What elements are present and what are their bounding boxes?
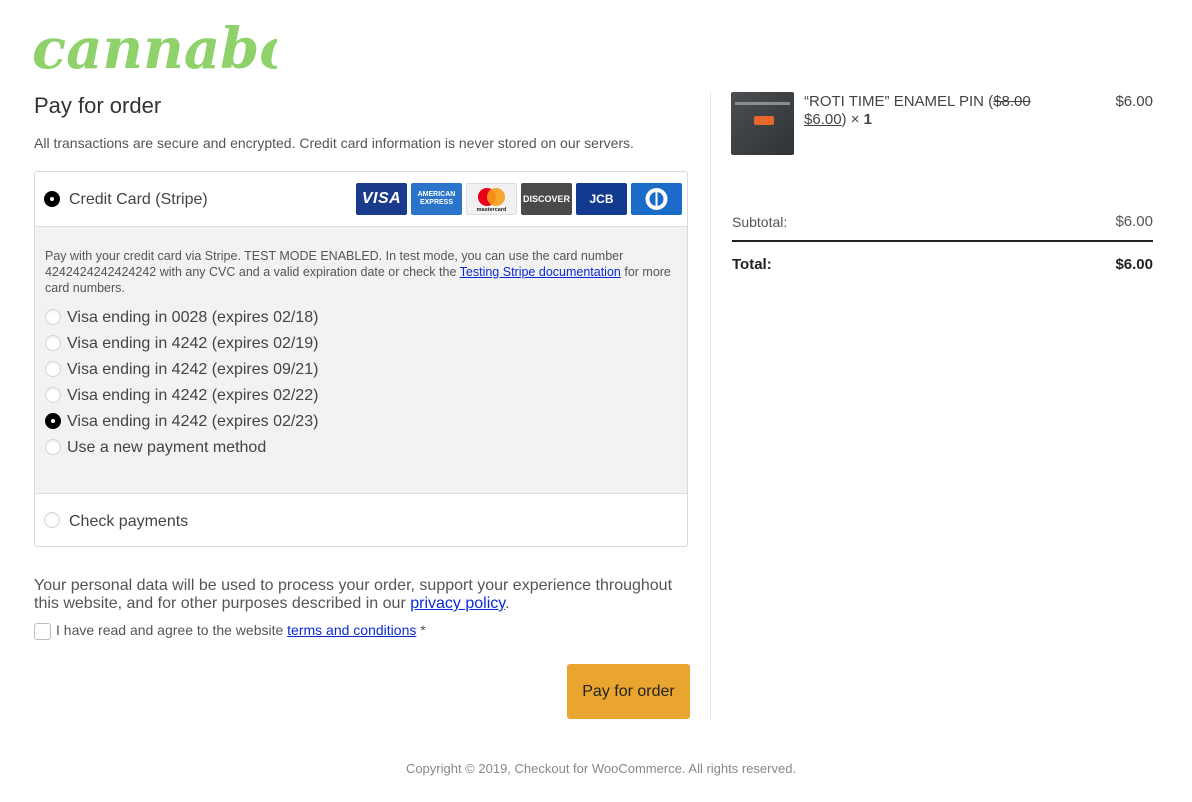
- mastercard-icon: mastercard: [466, 183, 517, 215]
- payment-methods-box: Credit Card (Stripe) VISA AMERICAN EXPRE…: [34, 171, 688, 547]
- saved-method-2[interactable]: Visa ending in 4242 (expires 09/21): [45, 360, 318, 379]
- stripe-radio[interactable]: [44, 191, 60, 207]
- svg-text:mastercard: mastercard: [477, 207, 507, 213]
- secure-note: All transactions are secure and encrypte…: [34, 135, 634, 151]
- stripe-label[interactable]: Credit Card (Stripe): [69, 191, 208, 209]
- saved-method-3[interactable]: Visa ending in 4242 (expires 02/22): [45, 386, 318, 405]
- new-method-radio[interactable]: [45, 438, 61, 455]
- stripe-panel: Pay with your credit card via Stripe. TE…: [35, 227, 687, 494]
- saved-method-1[interactable]: Visa ending in 4242 (expires 02/19): [45, 334, 318, 353]
- subtotal-label: Subtotal:: [732, 214, 788, 230]
- card-icons: VISA AMERICAN EXPRESS mastercard DISCOVE…: [356, 183, 682, 215]
- privacy-policy-link[interactable]: privacy policy: [410, 595, 505, 612]
- new-payment-method[interactable]: Use a new payment method: [45, 438, 266, 457]
- terms-link[interactable]: terms and conditions: [287, 622, 416, 638]
- jcb-icon: JCB: [576, 183, 627, 215]
- saved-method-0[interactable]: Visa ending in 0028 (expires 02/18): [45, 308, 318, 327]
- terms-row: I have read and agree to the website ter…: [34, 622, 426, 640]
- saved-method-radio[interactable]: [45, 308, 61, 325]
- stripe-description: Pay with your credit card via Stripe. TE…: [45, 249, 671, 295]
- privacy-notice: Your personal data will be used to proce…: [34, 577, 673, 612]
- visa-icon: VISA: [356, 183, 407, 215]
- item-qty: 1: [863, 111, 872, 128]
- terms-checkbox[interactable]: [34, 622, 51, 640]
- saved-method-radio[interactable]: [45, 334, 61, 351]
- total-divider: [732, 240, 1153, 242]
- order-item-name: “ROTI TIME” ENAMEL PIN ($8.00 $6.00) × 1: [804, 93, 1031, 128]
- check-payments-label[interactable]: Check payments: [69, 513, 188, 531]
- saved-method-radio[interactable]: [45, 386, 61, 403]
- order-item-price: $6.00: [1115, 93, 1153, 110]
- svg-text:Diners: Diners: [650, 209, 663, 214]
- check-payments-radio[interactable]: [44, 512, 60, 528]
- testing-stripe-link[interactable]: Testing Stripe documentation: [460, 265, 621, 279]
- logo-text: cannabox: [32, 16, 277, 79]
- total-value: $6.00: [1115, 256, 1153, 273]
- required-mark: *: [420, 622, 426, 638]
- method-check-payments[interactable]: Check payments: [35, 494, 687, 547]
- pay-for-order-button[interactable]: Pay for order: [567, 664, 690, 719]
- terms-text: I have read and agree to the website: [56, 622, 288, 638]
- product-thumbnail: [731, 92, 794, 155]
- subtotal-value: $6.00: [1115, 213, 1153, 230]
- saved-method-4[interactable]: Visa ending in 4242 (expires 02/23): [45, 412, 318, 431]
- footer-copyright: Copyright © 2019, Checkout for WooCommer…: [405, 761, 797, 776]
- method-stripe-header[interactable]: Credit Card (Stripe) VISA AMERICAN EXPRE…: [35, 172, 687, 227]
- saved-method-radio-selected[interactable]: [45, 412, 61, 429]
- new-price: $6.00: [804, 111, 842, 128]
- discover-icon: DISCOVER: [521, 183, 572, 215]
- diners-icon: Diners: [631, 183, 682, 215]
- old-price: $8.00: [993, 93, 1031, 110]
- saved-method-radio[interactable]: [45, 360, 61, 377]
- total-label: Total:: [732, 256, 772, 273]
- column-divider: [710, 92, 711, 720]
- amex-icon: AMERICAN EXPRESS: [411, 183, 462, 215]
- cannabox-logo[interactable]: cannabox: [32, 4, 277, 79]
- page-title: Pay for order: [34, 93, 162, 118]
